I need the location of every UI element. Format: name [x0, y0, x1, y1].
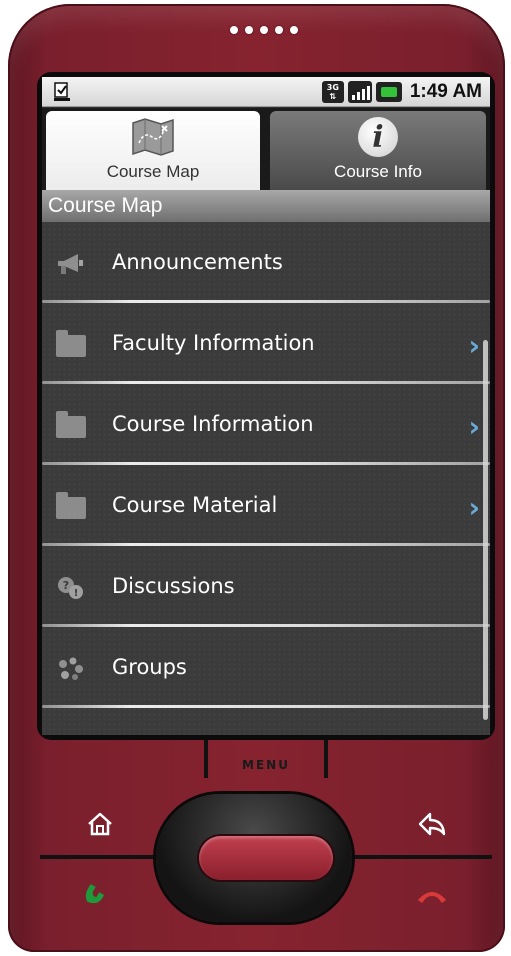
chevron-right-icon: › [468, 410, 480, 443]
course-map-list: Announcements Faculty Information › Cour… [42, 222, 490, 735]
info-icon-wrap: i [353, 116, 403, 158]
discussion-icon: ? ! [58, 577, 83, 599]
list-item-label: Faculty Information [112, 331, 315, 355]
speaker-grille [230, 26, 298, 34]
tab-bar: Course Map i Course Info [42, 108, 490, 190]
divider [40, 855, 164, 859]
call-icon [85, 884, 105, 904]
end-call-icon [418, 892, 446, 903]
list-item-faculty-information[interactable]: Faculty Information › [42, 303, 490, 384]
back-button[interactable] [412, 804, 452, 844]
megaphone-icon [58, 254, 83, 274]
list-item-label: Announcements [112, 250, 283, 274]
svg-text:?: ? [63, 579, 69, 592]
network-label: 3G [326, 83, 339, 92]
tab-course-info[interactable]: i Course Info [270, 111, 486, 190]
center-select-button[interactable] [199, 836, 333, 880]
list-item-label: Discussions [112, 574, 235, 598]
signal-strength-icon [347, 81, 372, 103]
list-item-course-material[interactable]: Course Material › [42, 465, 490, 546]
battery-icon [375, 82, 402, 102]
course-map-icon [128, 116, 178, 158]
status-icons: 3G ⇅ 1:49 AM [321, 77, 482, 107]
home-icon [88, 812, 112, 836]
chevron-right-icon: › [468, 329, 480, 362]
svg-text:!: ! [74, 588, 79, 599]
list-item-groups[interactable]: Groups [42, 627, 490, 708]
folder-icon [56, 330, 86, 357]
menu-button[interactable]: MENU [204, 740, 328, 778]
tab-course-map[interactable]: Course Map [46, 111, 260, 190]
status-bar: 3G ⇅ 1:49 AM [42, 77, 490, 107]
info-icon: i [358, 117, 398, 157]
back-icon [418, 812, 446, 836]
divider [344, 855, 492, 859]
section-header: Course Map [42, 190, 490, 222]
status-time: 1:49 AM [409, 81, 482, 102]
screen: 3G ⇅ 1:49 AM Course Map i Course Info Co… [42, 77, 490, 735]
list-item-discussions[interactable]: ? ! Discussions [42, 546, 490, 627]
tab-label-course-map: Course Map [106, 162, 200, 181]
folder-icon [56, 492, 86, 519]
folder-icon [56, 411, 86, 438]
list-item-label: Course Material [112, 493, 278, 517]
tab-label-course-info: Course Info [334, 162, 422, 181]
groups-icon [59, 657, 83, 680]
home-button[interactable] [80, 804, 120, 844]
list-item-label: Course Information [112, 412, 314, 436]
call-button[interactable] [76, 872, 116, 912]
list-item-label: Groups [112, 655, 187, 679]
list-item-announcements[interactable]: Announcements [42, 222, 490, 303]
list-item-course-information[interactable]: Course Information › [42, 384, 490, 465]
chevron-right-icon: › [468, 491, 480, 524]
end-call-button[interactable] [412, 876, 452, 916]
download-notification-icon [54, 82, 70, 101]
divider [42, 705, 490, 708]
3g-network-icon: 3G ⇅ [321, 81, 344, 103]
scrollbar[interactable] [483, 340, 488, 720]
